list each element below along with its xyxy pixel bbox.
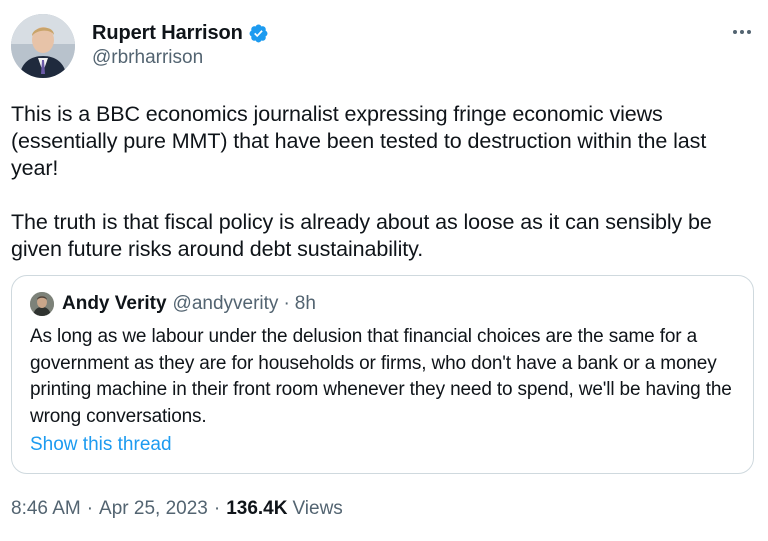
- author-name-row: Rupert Harrison: [92, 20, 269, 46]
- show-thread-link[interactable]: Show this thread: [30, 434, 172, 456]
- views-count[interactable]: 136.4K: [226, 498, 287, 520]
- author-handle[interactable]: @rbrharrison: [92, 47, 269, 69]
- quoted-author-name: Andy Verity: [62, 293, 167, 314]
- quoted-separator: ·: [283, 293, 290, 314]
- quoted-tweet-text: As long as we labour under the delusion …: [30, 326, 732, 427]
- quoted-time: 8h: [294, 293, 316, 314]
- tweet-date[interactable]: Apr 25, 2023: [99, 498, 208, 520]
- views-label: Views: [292, 498, 343, 519]
- meta-separator: ·: [86, 498, 94, 519]
- quoted-tweet-header: Andy Verity @andyverity · 8h: [30, 291, 316, 317]
- more-horizontal-icon[interactable]: [730, 20, 754, 44]
- quoted-author-handle: @andyverity: [172, 293, 279, 314]
- author-name[interactable]: Rupert Harrison: [92, 22, 243, 45]
- author-avatar[interactable]: [11, 14, 75, 78]
- quoted-author-avatar: [30, 292, 54, 316]
- quoted-tweet-card[interactable]: Andy Verity @andyverity · 8h As long as …: [11, 275, 754, 474]
- verified-badge-icon[interactable]: [248, 23, 269, 44]
- meta-separator-2: ·: [213, 498, 221, 519]
- tweet-text: This is a BBC economics journalist expre…: [11, 102, 712, 261]
- author-block: Rupert Harrison @rbrharrison: [92, 20, 269, 69]
- tweet-meta: 8:46 AM · Apr 25, 2023 · 136.4K Views: [11, 498, 343, 520]
- tweet-time[interactable]: 8:46 AM: [11, 498, 81, 520]
